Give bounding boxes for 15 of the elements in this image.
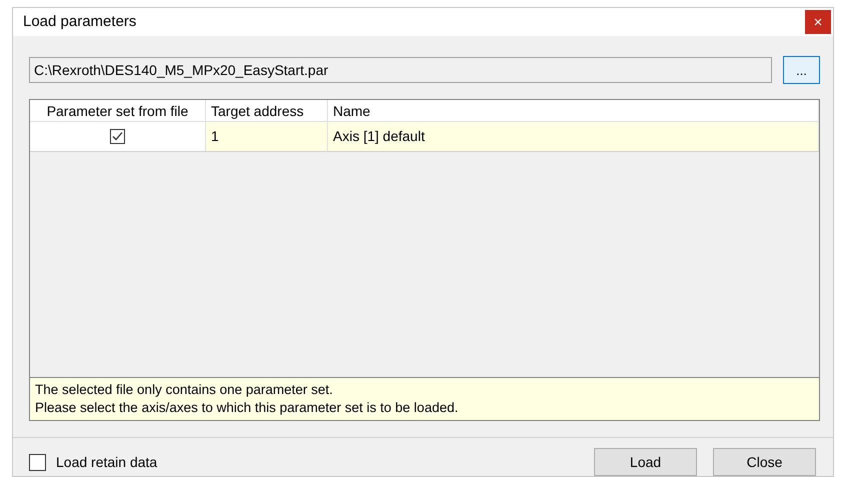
column-header[interactable]: Target address bbox=[206, 100, 328, 121]
window-title: Load parameters bbox=[23, 12, 136, 32]
column-header[interactable]: Parameter set from file bbox=[30, 100, 206, 121]
info-message: The selected file only contains one parameter set. Please select the axis/axes to which this parameter set is to be loaded. bbox=[30, 377, 819, 420]
checkbox[interactable] bbox=[110, 129, 125, 144]
close-button[interactable]: × bbox=[805, 10, 831, 34]
browse-button[interactable]: ... bbox=[783, 56, 820, 84]
table-cell: Axis [1] default bbox=[328, 122, 819, 151]
column-header[interactable]: Name bbox=[328, 100, 819, 121]
close-button[interactable]: Close bbox=[713, 448, 816, 476]
checkbox-label: Load retain data bbox=[56, 452, 158, 472]
load-button[interactable]: Load bbox=[594, 448, 697, 476]
file-path-field[interactable]: C:\Rexroth\DES140_M5_MPx20_EasyStart.par bbox=[29, 57, 772, 83]
checkbox[interactable] bbox=[29, 454, 46, 470]
table-cell: 1 bbox=[206, 122, 328, 151]
